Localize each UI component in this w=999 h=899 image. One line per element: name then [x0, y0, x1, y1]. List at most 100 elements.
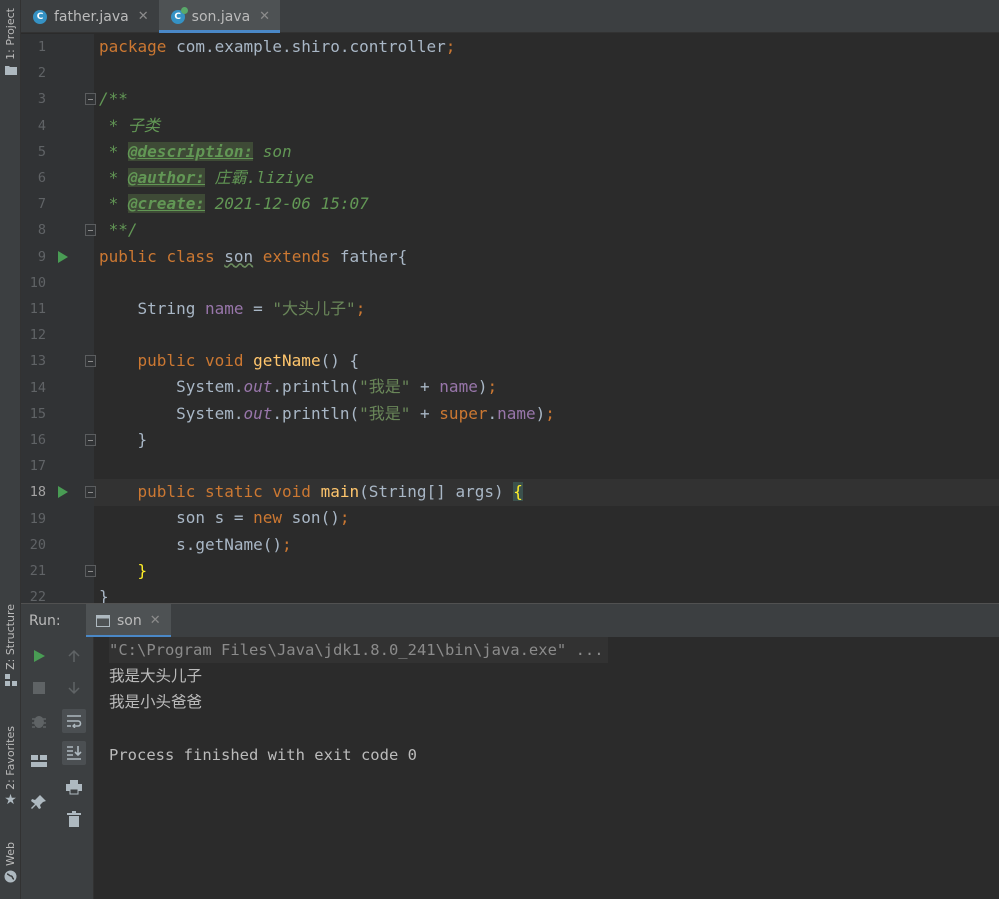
stop-button[interactable]	[27, 676, 51, 700]
close-icon[interactable]: ✕	[259, 9, 270, 24]
code-line-14: System.out.println("我是" + name);	[99, 377, 498, 397]
line-number: 1	[37, 39, 46, 55]
line-number: 19	[29, 510, 46, 527]
rerun-button[interactable]	[27, 644, 51, 668]
run-panel-title: Run:	[29, 612, 61, 629]
line-number: 8	[37, 222, 46, 239]
soft-wrap-button[interactable]	[62, 709, 86, 733]
code-line-6: * @author: 庄霸.liziye	[99, 167, 315, 187]
play-icon	[34, 650, 45, 662]
line-number: 22	[29, 589, 46, 603]
pin-icon	[31, 795, 46, 809]
line-number: 11	[29, 301, 46, 317]
line-number: 10	[29, 274, 46, 291]
layout-icon	[31, 755, 47, 767]
console-icon	[96, 614, 110, 627]
editor-gutter: 1 2 3 4 5 6 7 8 9 10 11 12 13 14 15 16 1…	[21, 34, 96, 603]
fold-icon[interactable]	[85, 486, 96, 499]
console-line: Process finished with exit code 0	[109, 745, 417, 764]
line-number: 20	[29, 536, 46, 553]
code-area[interactable]: package com.example.shiro.controller; /*…	[99, 34, 999, 603]
line-number: 9	[37, 248, 46, 265]
star-icon: ★	[4, 792, 17, 809]
run-gutter-icon[interactable]	[58, 250, 68, 263]
code-line-13: public void getName() {	[99, 351, 360, 371]
close-icon[interactable]: ✕	[138, 9, 149, 24]
console-line: "C:\Program Files\Java\jdk1.8.0_241\bin\…	[109, 637, 999, 664]
tab-father-java[interactable]: C father.java ✕	[21, 0, 159, 33]
console-command: "C:\Program Files\Java\jdk1.8.0_241\bin\…	[109, 637, 608, 664]
fold-icon[interactable]	[85, 434, 96, 446]
fold-icon[interactable]	[85, 224, 96, 237]
code-line-5: * @description: son	[99, 141, 292, 161]
run-tab-label: son	[117, 612, 142, 629]
line-number: 15	[29, 405, 46, 422]
favorites-tool-tab[interactable]: 2: Favorites ★	[0, 726, 21, 809]
line-number: 3	[37, 91, 46, 108]
line-number: 6	[37, 170, 46, 186]
stop-icon	[33, 682, 45, 694]
tab-son-java[interactable]: C son.java ✕	[158, 0, 281, 33]
code-editor[interactable]: 1 2 3 4 5 6 7 8 9 10 11 12 13 14 15 16 1…	[21, 34, 999, 603]
scroll-to-end-button[interactable]	[62, 741, 86, 765]
code-line-1: package com.example.shiro.controller;	[99, 37, 456, 56]
favorites-tool-label: 2: Favorites	[4, 726, 17, 790]
line-number: 5	[37, 143, 46, 160]
code-line-15: System.out.println("我是" + super.name);	[99, 403, 555, 423]
run-toolbar	[21, 637, 94, 899]
scroll-up-button[interactable]	[62, 644, 86, 668]
clear-all-button[interactable]	[62, 807, 86, 831]
project-tool-tab[interactable]: 1: Project	[0, 8, 21, 77]
globe-icon	[4, 870, 17, 883]
tab-label: father.java	[54, 8, 129, 25]
print-button[interactable]	[62, 775, 86, 799]
arrow-down-icon	[68, 682, 80, 695]
run-panel-header: Run: son ✕	[21, 603, 999, 638]
code-line-20: s.getName();	[99, 534, 292, 554]
structure-icon	[4, 674, 17, 687]
print-icon	[66, 780, 82, 795]
line-number: 12	[29, 327, 46, 344]
run-gutter-icon[interactable]	[58, 486, 68, 499]
scroll-down-button[interactable]	[62, 676, 86, 700]
fold-icon[interactable]	[85, 565, 96, 577]
fold-icon[interactable]	[85, 93, 96, 106]
editor-tab-bar: C father.java ✕ C son.java ✕	[21, 0, 999, 33]
folder-icon	[4, 64, 17, 77]
code-line-16: }	[99, 429, 148, 449]
code-line-7: * @create: 2021-12-06 15:07	[99, 194, 369, 214]
close-icon[interactable]: ✕	[150, 613, 161, 628]
line-number: 13	[29, 353, 46, 370]
pin-button[interactable]	[27, 790, 51, 814]
code-line-4: * 子类	[99, 115, 160, 135]
code-line-11: String name = "大头儿子";	[99, 298, 366, 318]
layout-button[interactable]	[27, 749, 51, 773]
structure-tool-tab[interactable]: Z: Structure	[0, 604, 21, 687]
debug-button[interactable]	[27, 709, 51, 733]
class-run-icon: C	[170, 6, 188, 24]
code-line-18: public static void main(String[] args) {	[99, 482, 523, 502]
left-tool-stripe: 1: Project Z: Structure 2: Favorites ★ W…	[0, 0, 21, 899]
web-tool-tab[interactable]: Web	[0, 842, 21, 883]
code-line-22: }	[99, 586, 109, 603]
line-number: 17	[29, 458, 46, 475]
structure-tool-label: Z: Structure	[4, 604, 17, 670]
fold-icon[interactable]	[85, 355, 96, 368]
class-icon: C	[33, 9, 47, 24]
console-line: 我是小头爸爸	[109, 693, 203, 712]
console-output[interactable]: "C:\Program Files\Java\jdk1.8.0_241\bin\…	[94, 637, 999, 899]
tab-label: son.java	[191, 8, 251, 25]
wrap-icon	[67, 715, 82, 728]
line-number: 4	[37, 117, 46, 134]
trash-icon	[67, 811, 81, 827]
console-line: 我是大头儿子	[109, 667, 203, 686]
run-tab-son[interactable]: son ✕	[86, 603, 171, 638]
scroll-end-icon	[67, 746, 82, 760]
code-line-9: public class son extends father{	[99, 246, 408, 266]
code-line-8: **/	[99, 220, 138, 240]
